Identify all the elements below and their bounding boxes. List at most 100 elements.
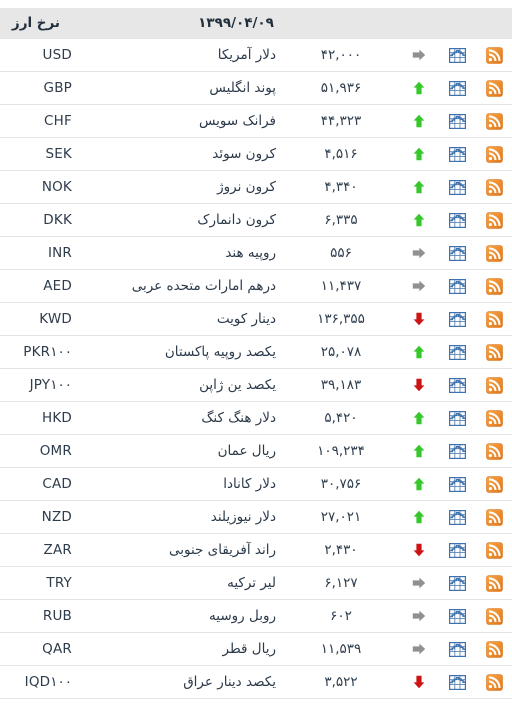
table-row[interactable]: ۱۳۶,۳۵۵ دینار کویت KWD [0,302,512,336]
price-chart-icon[interactable] [448,80,466,96]
table-row[interactable]: ۳,۵۲۲ یکصد دینار عراق IQD۱۰۰ [0,665,512,699]
table-row[interactable]: ۱۱,۵۳۹ ریال قطر QAR [0,632,512,666]
rss-feed-icon[interactable] [485,541,503,559]
rss-cell[interactable] [476,665,512,699]
chart-cell[interactable] [438,401,476,435]
table-row[interactable]: ۵۵۶ روپیه هند INR [0,236,512,270]
price-chart-icon[interactable] [448,179,466,195]
rss-cell[interactable] [476,401,512,435]
rss-cell[interactable] [476,434,512,468]
table-row[interactable]: ۵,۴۲۰ دلار هنگ کنگ HKD [0,401,512,435]
price-chart-icon[interactable] [448,443,466,459]
chart-cell[interactable] [438,467,476,501]
rss-feed-icon[interactable] [485,112,503,130]
rss-cell[interactable] [476,236,512,270]
chart-cell[interactable] [438,71,476,105]
rss-feed-icon[interactable] [485,376,503,394]
rss-cell[interactable] [476,71,512,105]
table-row[interactable]: ۲,۴۳۰ راند آفریقای جنوبی ZAR [0,533,512,567]
price-chart-icon[interactable] [448,311,466,327]
price-chart-icon[interactable] [448,410,466,426]
rss-cell[interactable] [476,170,512,204]
table-row[interactable]: ۶,۱۲۷ لیر ترکیه TRY [0,566,512,600]
price-chart-icon[interactable] [448,476,466,492]
price-chart-icon[interactable] [448,542,466,558]
chart-cell[interactable] [438,170,476,204]
table-row[interactable]: ۴,۳۴۰ کرون نروژ NOK [0,170,512,204]
rss-feed-icon[interactable] [485,310,503,328]
table-row[interactable]: ۱۰۹,۲۳۴ ریال عمان OMR [0,434,512,468]
rss-cell[interactable] [476,632,512,666]
chart-cell[interactable] [438,203,476,237]
price-chart-icon[interactable] [448,575,466,591]
rss-feed-icon[interactable] [485,244,503,262]
rss-feed-icon[interactable] [485,46,503,64]
rss-cell[interactable] [476,533,512,567]
rss-feed-icon[interactable] [485,277,503,295]
table-row[interactable]: ۴,۵۱۶ کرون سوئد SEK [0,137,512,171]
rss-cell[interactable] [476,203,512,237]
rss-cell[interactable] [476,335,512,369]
chart-cell[interactable] [438,632,476,666]
table-row[interactable]: ۳۰,۷۵۶ دلار کانادا CAD [0,467,512,501]
rss-feed-icon[interactable] [485,145,503,163]
rss-feed-icon[interactable] [485,475,503,493]
chart-cell[interactable] [438,500,476,534]
price-chart-icon[interactable] [448,377,466,393]
table-row[interactable]: ۴۲,۰۰۰ دلار آمریکا USD [0,38,512,72]
chart-cell[interactable] [438,599,476,633]
rss-cell[interactable] [476,137,512,171]
price-chart-icon[interactable] [448,674,466,690]
price-chart-icon[interactable] [448,146,466,162]
price-chart-icon[interactable] [448,212,466,228]
chart-cell[interactable] [438,368,476,402]
rss-feed-icon[interactable] [485,673,503,691]
table-row[interactable]: ۲۷,۰۲۱ دلار نیوزیلند NZD [0,500,512,534]
rss-feed-icon[interactable] [485,409,503,427]
price-chart-icon[interactable] [448,113,466,129]
rss-feed-icon[interactable] [485,442,503,460]
chart-cell[interactable] [438,38,476,72]
price-chart-icon[interactable] [448,608,466,624]
rss-feed-icon[interactable] [485,343,503,361]
chart-cell[interactable] [438,335,476,369]
chart-cell[interactable] [438,269,476,303]
rss-cell[interactable] [476,566,512,600]
table-row[interactable]: ۴۴,۳۲۳ فرانک سویس CHF [0,104,512,138]
price-chart-icon[interactable] [448,47,466,63]
chart-cell[interactable] [438,566,476,600]
rss-feed-icon[interactable] [485,79,503,97]
rss-cell[interactable] [476,368,512,402]
table-row[interactable]: ۲۵,۰۷۸ یکصد روپیه پاکستان PKR۱۰۰ [0,335,512,369]
chart-cell[interactable] [438,533,476,567]
table-row[interactable]: ۵۱,۹۳۶ پوند انگلیس GBP [0,71,512,105]
chart-cell[interactable] [438,104,476,138]
rss-cell[interactable] [476,38,512,72]
rss-cell[interactable] [476,599,512,633]
rss-feed-icon[interactable] [485,640,503,658]
price-chart-icon[interactable] [448,245,466,261]
table-row[interactable]: ۱۱,۴۳۷ درهم امارات متحده عربی AED [0,269,512,303]
chart-cell[interactable] [438,236,476,270]
table-row[interactable]: ۳۹,۱۸۳ یکصد ین ژاپن JPY۱۰۰ [0,368,512,402]
rss-feed-icon[interactable] [485,508,503,526]
rss-cell[interactable] [476,104,512,138]
chart-cell[interactable] [438,665,476,699]
rss-cell[interactable] [476,500,512,534]
price-chart-icon[interactable] [448,278,466,294]
rss-feed-icon[interactable] [485,607,503,625]
rss-cell[interactable] [476,269,512,303]
price-chart-icon[interactable] [448,344,466,360]
rss-cell[interactable] [476,467,512,501]
price-chart-icon[interactable] [448,641,466,657]
rss-feed-icon[interactable] [485,211,503,229]
chart-cell[interactable] [438,434,476,468]
rss-feed-icon[interactable] [485,178,503,196]
chart-cell[interactable] [438,302,476,336]
rss-feed-icon[interactable] [485,574,503,592]
price-chart-icon[interactable] [448,509,466,525]
table-row[interactable]: ۶۰۲ روبل روسیه RUB [0,599,512,633]
chart-cell[interactable] [438,137,476,171]
table-row[interactable]: ۶,۳۳۵ کرون دانمارک DKK [0,203,512,237]
rss-cell[interactable] [476,302,512,336]
